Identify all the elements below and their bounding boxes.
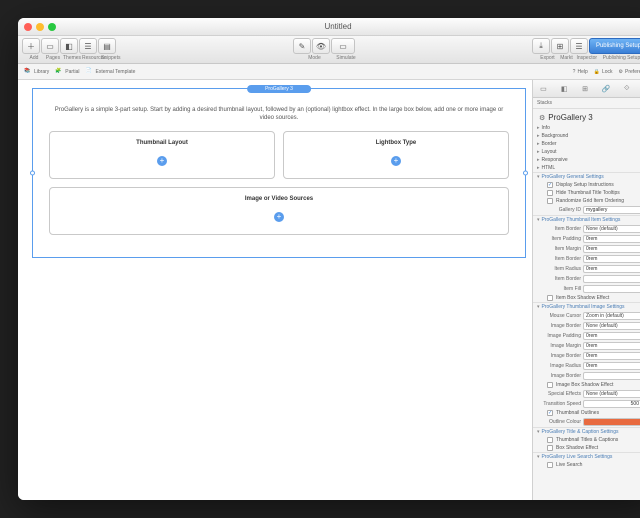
help-icon: ? <box>573 69 576 75</box>
mode-edit-button[interactable]: ✎ <box>293 38 311 54</box>
chk-item-shadow[interactable] <box>547 295 553 301</box>
image-margin-input[interactable]: 0rem <box>583 342 640 350</box>
pages-button[interactable]: ▭ <box>41 38 59 54</box>
item-radius-input[interactable]: 0rem <box>583 265 640 273</box>
help-button[interactable]: ?Help <box>573 69 588 75</box>
disclosure-html[interactable]: ▸HTML <box>533 164 640 172</box>
resources-button[interactable]: ☰ <box>79 38 97 54</box>
sources-dropzone[interactable]: Image or Video Sources + <box>49 187 509 235</box>
disclosure-layout[interactable]: ▸Layout <box>533 148 640 156</box>
lock-button[interactable]: 🔒Lock <box>594 69 613 75</box>
add-icon[interactable]: + <box>274 212 284 222</box>
special-effects-select[interactable]: None (default)⌄ <box>583 390 640 398</box>
template-icon: 📄 <box>85 68 93 76</box>
export-button[interactable]: ⤓ <box>532 38 550 54</box>
chevron-down-icon: ▾ <box>537 174 540 180</box>
window-titlebar: Untitled <box>18 18 640 36</box>
publish-button[interactable]: Publishing Setup <box>589 38 640 54</box>
lock-icon: 🔒 <box>594 69 600 75</box>
chk-display-instructions[interactable] <box>547 182 553 188</box>
chk-titles-captions[interactable] <box>547 437 553 443</box>
chk-hide-tooltips[interactable] <box>547 190 553 196</box>
image-border-color[interactable] <box>583 372 640 380</box>
thumbnail-layout-dropzone[interactable]: Thumbnail Layout + <box>49 131 275 179</box>
add-button[interactable]: ＋ <box>22 38 40 54</box>
chk-outlines[interactable] <box>547 410 553 416</box>
image-border-select[interactable]: None (default)⌄ <box>583 322 640 330</box>
library-icon: 📚 <box>24 68 32 76</box>
chevron-down-icon: ▾ <box>537 454 540 460</box>
window-title: Untitled <box>18 22 640 31</box>
section-thumb-item[interactable]: ▾ProGallery Thumbnail Item Settings <box>533 215 640 224</box>
snippets-button[interactable]: ▤ <box>98 38 116 54</box>
selected-stack[interactable]: ProGallery 3 ProGallery is a simple 3-pa… <box>32 88 526 258</box>
transition-speed-input[interactable]: 500 <box>583 400 640 408</box>
item-fill-color[interactable] <box>583 285 640 293</box>
mode-preview-button[interactable]: 👁 <box>312 38 330 54</box>
item-border-input[interactable]: 0rem <box>583 255 640 263</box>
add-icon[interactable]: + <box>157 156 167 166</box>
editor-canvas[interactable]: ProGallery 3 ProGallery is a simple 3-pa… <box>18 80 532 500</box>
image-padding-input[interactable]: 0rem <box>583 332 640 340</box>
section-general[interactable]: ▾ProGallery General Settings <box>533 172 640 181</box>
chk-randomize[interactable] <box>547 198 553 204</box>
chevron-down-icon: ▾ <box>537 429 540 435</box>
item-padding-input[interactable]: 0rem <box>583 235 640 243</box>
disclosure-border[interactable]: ▸Border <box>533 140 640 148</box>
partial-icon: 🧩 <box>55 68 63 76</box>
library-button[interactable]: 📚Library <box>24 68 49 76</box>
section-thumb-image[interactable]: ▾ProGallery Thumbnail Image Settings <box>533 302 640 311</box>
resize-handle-right[interactable] <box>523 171 528 176</box>
library-bar: 📚Library 🧩Partial 📄External Template ?He… <box>18 64 640 80</box>
resize-handle-left[interactable] <box>30 171 35 176</box>
chk-caption-shadow[interactable] <box>547 445 553 451</box>
disclosure-background[interactable]: ▸Background <box>533 132 640 140</box>
external-template-button[interactable]: 📄External Template <box>85 68 135 76</box>
preferences-button[interactable]: ⚙Preferences <box>619 69 640 75</box>
chevron-right-icon: ▸ <box>537 157 540 163</box>
mouse-cursor-select[interactable]: Zoom in (default)⌄ <box>583 312 640 320</box>
gallery-id-input[interactable]: mygallery <box>583 206 640 214</box>
add-icon[interactable]: + <box>391 156 401 166</box>
item-border-select[interactable]: None (default)⌄ <box>583 225 640 233</box>
chevron-right-icon: ▸ <box>537 125 540 131</box>
market-button[interactable]: ⊞ <box>551 38 569 54</box>
disclosure-info[interactable]: ▸Info <box>533 124 640 132</box>
image-border-input[interactable]: 0rem <box>583 352 640 360</box>
item-margin-input[interactable]: 0rem <box>583 245 640 253</box>
inspector-panel: ▭ ◧ ⊞ 🔗 ⟐ ▦ Stacks ⚙ProGallery 3 ▸Info ▸… <box>532 80 640 500</box>
partial-button[interactable]: 🧩Partial <box>55 68 79 76</box>
section-caption[interactable]: ▾ProGallery Title & Caption Settings <box>533 427 640 436</box>
gear-icon: ⚙ <box>539 114 545 122</box>
themes-button[interactable]: ◧ <box>60 38 78 54</box>
chevron-right-icon: ▸ <box>537 149 540 155</box>
chevron-down-icon: ▾ <box>537 217 540 223</box>
tab-link-icon[interactable]: 🔗 <box>600 83 612 95</box>
chk-image-shadow[interactable] <box>547 382 553 388</box>
outline-color[interactable] <box>583 418 640 426</box>
tab-styles-icon[interactable]: ◧ <box>558 83 570 95</box>
breadcrumb: Stacks <box>533 98 640 109</box>
disclosure-responsive[interactable]: ▸Responsive <box>533 156 640 164</box>
inspector-button[interactable]: ☰ <box>570 38 588 54</box>
chevron-down-icon: ▾ <box>537 304 540 310</box>
chevron-right-icon: ▸ <box>537 141 540 147</box>
chevron-right-icon: ▸ <box>537 133 540 139</box>
simulate-button[interactable]: ▭ <box>331 38 355 54</box>
image-radius-input[interactable]: 0rem <box>583 362 640 370</box>
tab-page-icon[interactable]: ▭ <box>537 83 549 95</box>
tab-meta-icon[interactable]: ⊞ <box>579 83 591 95</box>
main-toolbar: ＋ ▭ ◧ ☰ ▤ Add Pages Themes Resources Sni… <box>18 36 640 64</box>
inspector-heading: ⚙ProGallery 3 <box>533 109 640 124</box>
stack-title-pill: ProGallery 3 <box>247 85 311 93</box>
gear-icon: ⚙ <box>619 69 623 75</box>
item-border-color[interactable] <box>583 275 640 283</box>
setup-instructions: ProGallery is a simple 3-part setup. Sta… <box>49 107 509 123</box>
tab-css-icon[interactable]: ⟐ <box>621 83 633 95</box>
chk-live-search[interactable] <box>547 462 553 468</box>
section-search[interactable]: ▾ProGallery Live Search Settings <box>533 452 640 461</box>
inspector-tabs: ▭ ◧ ⊞ 🔗 ⟐ ▦ <box>533 80 640 98</box>
lightbox-type-dropzone[interactable]: Lightbox Type + <box>283 131 509 179</box>
chevron-right-icon: ▸ <box>537 165 540 171</box>
